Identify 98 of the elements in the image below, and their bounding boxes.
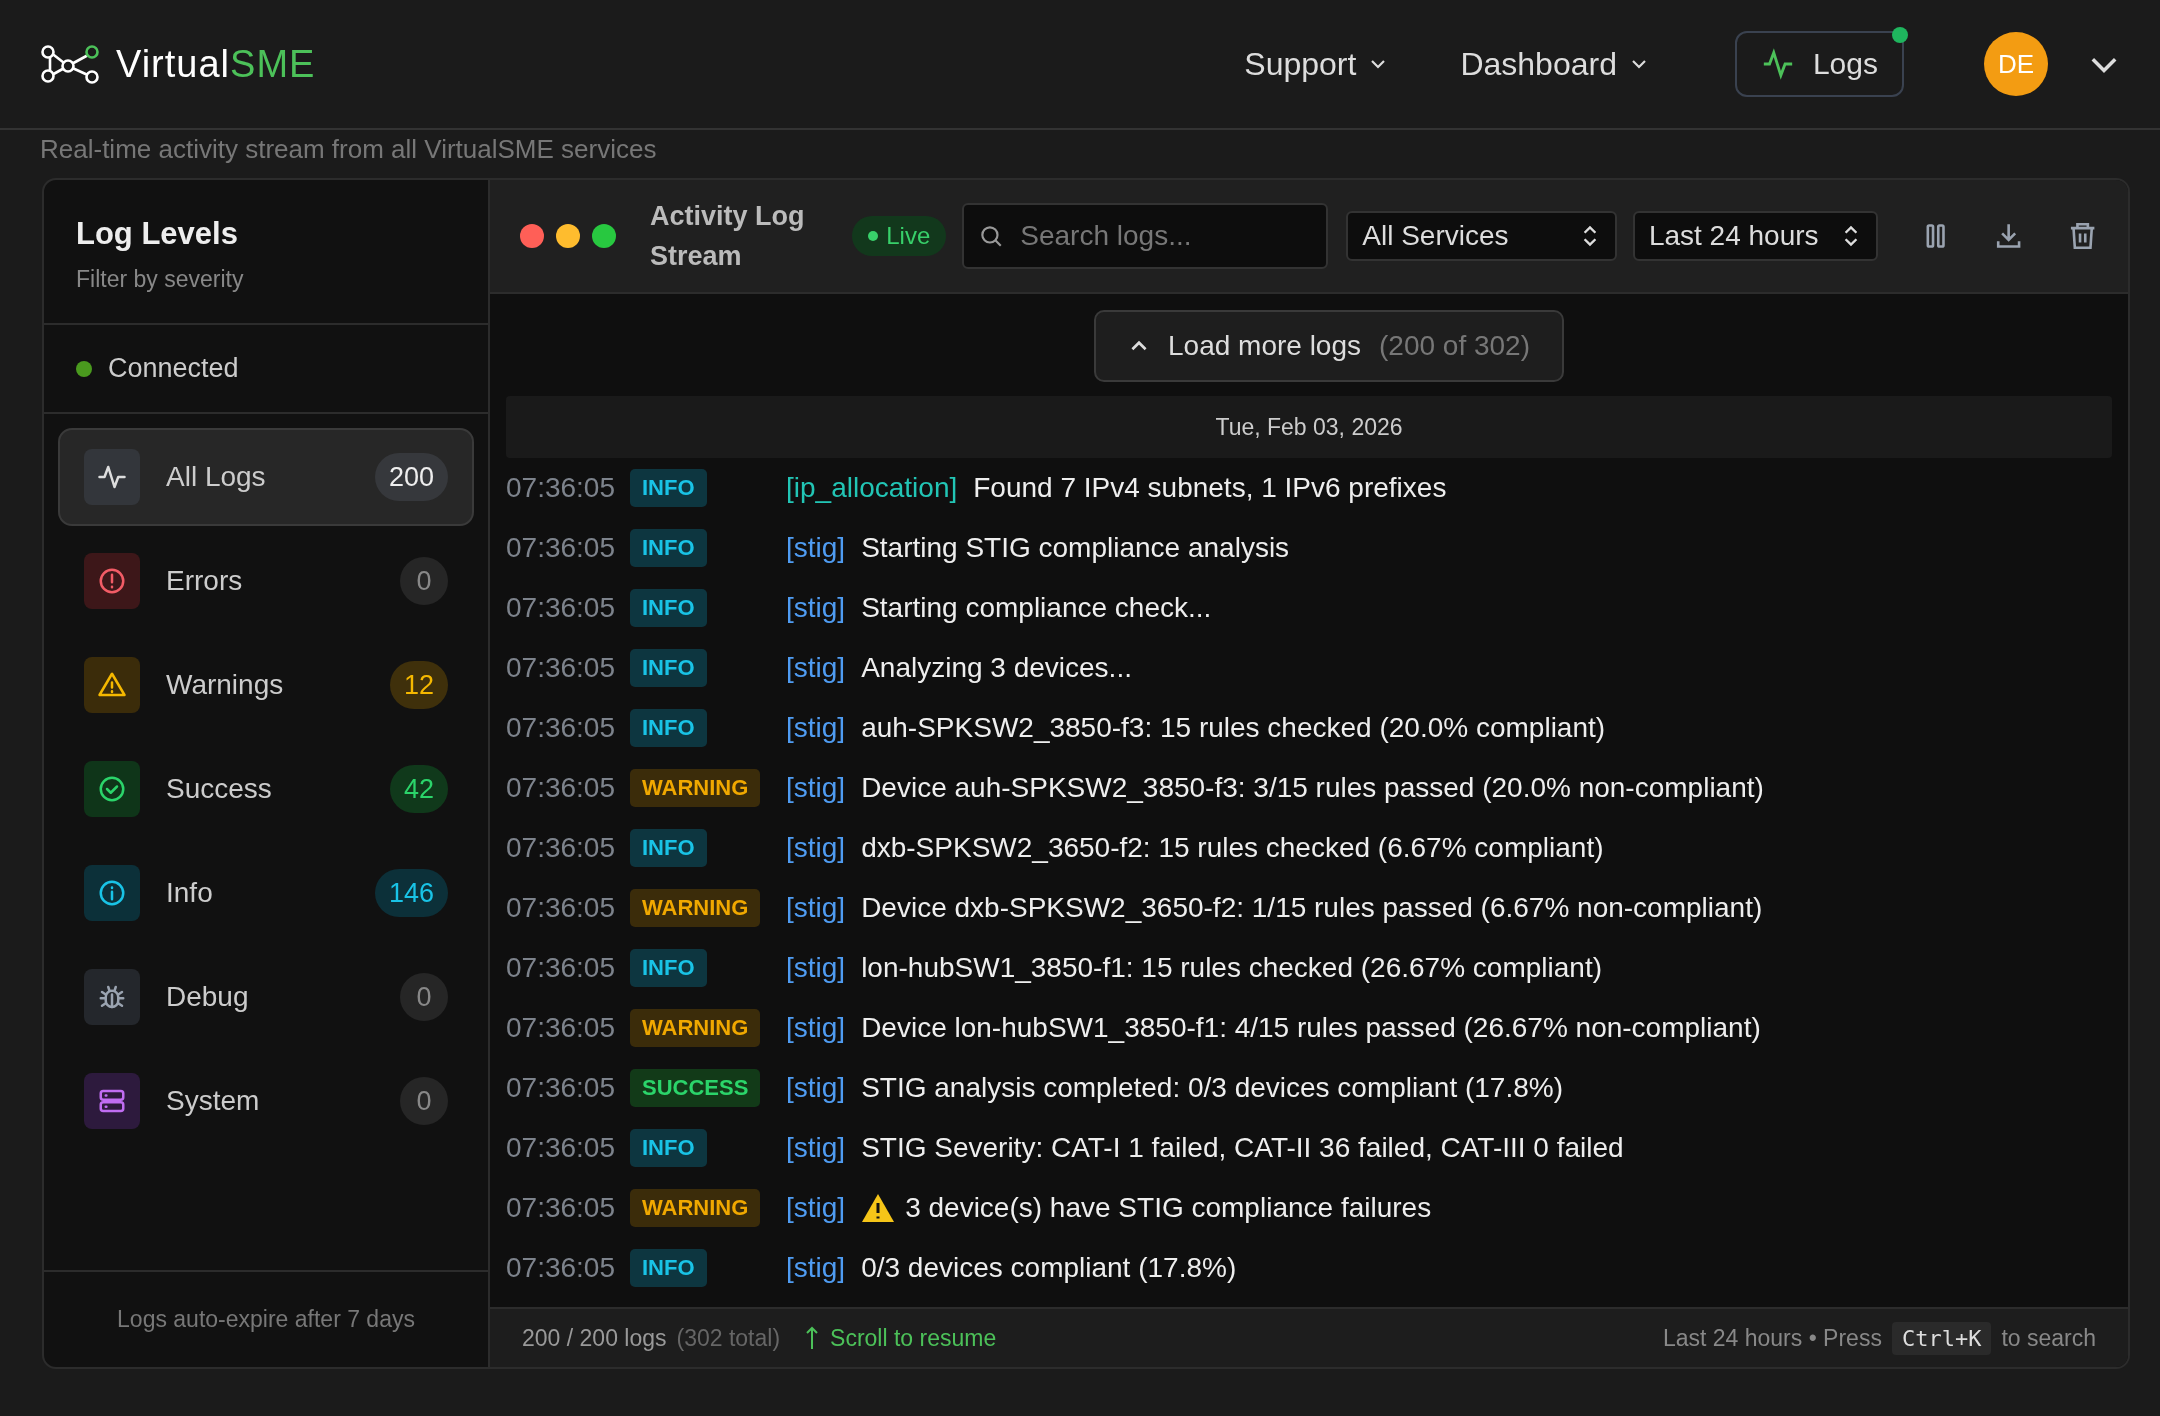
log-message: auh-SPKSW2_3850-f3: 15 rules checked (20.0% compliant) — [861, 712, 1606, 744]
level-filter-item[interactable]: Success 42 — [58, 740, 474, 838]
log-message: 3 device(s) have STIG compliance failures — [905, 1192, 1432, 1224]
log-source: [stig] — [786, 1072, 846, 1104]
log-message: Starting STIG compliance analysis — [861, 532, 1290, 564]
log-message: STIG analysis completed: 0/3 devices compliant (17.8%) — [861, 1072, 1563, 1104]
nav-menu-button[interactable]: Dashboard — [1444, 45, 1665, 83]
bug-icon — [84, 969, 140, 1025]
level-badge: WARNING — [630, 889, 761, 927]
window-dot — [556, 224, 580, 248]
service-select[interactable]: All Services — [1346, 211, 1617, 261]
count-badge: 200 — [374, 453, 448, 501]
level-badge: INFO — [630, 589, 707, 627]
log-time: 07:36:05 — [506, 652, 616, 684]
log-time: 07:36:05 — [506, 892, 616, 924]
level-badge: INFO — [630, 829, 707, 867]
time-range-select[interactable]: Last 24 hours — [1632, 211, 1879, 261]
level-filter-item[interactable]: System 0 — [58, 1052, 474, 1150]
nav-menu-button[interactable]: Support — [1228, 45, 1405, 83]
footer-hint: to search — [2001, 1324, 2096, 1352]
log-message: 0/3 devices compliant (17.8%) — [861, 1252, 1237, 1284]
status-dot — [76, 360, 92, 377]
log-message: Device auh-SPKSW2_3850-f3: 3/15 rules passed (20.0% non-compliant) — [861, 772, 1764, 804]
log-total: (302 total) — [676, 1324, 781, 1352]
level-badge: INFO — [630, 1249, 707, 1287]
connection-status: Connected — [108, 353, 239, 384]
activity-icon — [84, 449, 140, 505]
log-source: [stig] — [786, 592, 846, 624]
search-input[interactable]: Search logs... — [1018, 219, 1313, 253]
log-source: [stig] — [786, 712, 846, 744]
log-time: 07:36:05 — [506, 472, 616, 504]
log-time: 07:36:05 — [506, 1252, 616, 1284]
level-badge: INFO — [630, 469, 707, 507]
keyboard-shortcut: Ctrl+K — [1891, 1321, 1992, 1355]
live-badge: Live — [852, 216, 947, 256]
log-time: 07:36:05 — [506, 952, 616, 984]
page-subtitle: Real-time activity stream from all VirtualSME services — [39, 133, 658, 164]
log-message: Analyzing 3 devices... — [861, 652, 1132, 684]
log-message: Device lon-hubSW1_3850-f1: 4/15 rules passed (26.67% non-compliant) — [861, 1012, 1761, 1044]
log-source: [stig] — [786, 532, 846, 564]
network-logo-icon — [40, 44, 102, 84]
sidebar-title: Log Levels — [76, 216, 239, 252]
log-time: 07:36:05 — [506, 832, 616, 864]
panel-title: Activity Log Stream — [650, 199, 806, 273]
level-filter-item[interactable]: All Logs 200 — [58, 428, 474, 526]
log-message: STIG Severity: CAT-I 1 failed, CAT-II 36 failed, CAT-III 0 failed — [861, 1132, 1624, 1164]
log-time: 07:36:05 — [506, 532, 616, 564]
count-badge: 146 — [374, 869, 448, 917]
log-source: [ip_allocation] — [786, 472, 958, 504]
server-icon — [84, 1073, 140, 1129]
level-badge: WARNING — [630, 1009, 761, 1047]
log-source: [stig] — [786, 1252, 846, 1284]
log-time: 07:36:05 — [506, 1012, 616, 1044]
level-filter-item[interactable]: Warnings 12 — [58, 636, 474, 734]
log-source: [stig] — [786, 832, 846, 864]
count-badge: 0 — [400, 1077, 448, 1125]
log-time: 07:36:05 — [506, 1132, 616, 1164]
log-source: [stig] — [786, 652, 846, 684]
level-badge: INFO — [630, 949, 707, 987]
level-badge: INFO — [630, 1129, 707, 1167]
log-message: lon-hubSW1_3850-f1: 15 rules checked (26.67% compliant) — [861, 952, 1602, 984]
log-source: [stig] — [786, 772, 846, 804]
scroll-resume-link[interactable]: Scroll to resume — [830, 1324, 997, 1352]
brand-name: VirtualSME — [116, 42, 316, 86]
level-badge: SUCCESS — [630, 1069, 761, 1107]
level-filter-item[interactable]: Errors 0 — [58, 532, 474, 630]
log-message: Device dxb-SPKSW2_3650-f2: 1/15 rules passed (6.67% non-compliant) — [861, 892, 1763, 924]
log-time: 07:36:05 — [506, 1192, 616, 1224]
count-badge: 12 — [389, 661, 448, 709]
log-message: dxb-SPKSW2_3650-f2: 15 rules checked (6.67% compliant) — [861, 832, 1604, 864]
level-badge: INFO — [630, 709, 707, 747]
log-time: 07:36:05 — [506, 592, 616, 624]
log-message: Found 7 IPv4 subnets, 1 IPv6 prefixes — [973, 472, 1447, 504]
log-count: 200 / 200 logs — [522, 1324, 667, 1352]
count-badge: 42 — [389, 765, 448, 813]
log-source: [stig] — [786, 1132, 846, 1164]
log-time: 07:36:05 — [506, 1072, 616, 1104]
log-time: 07:36:05 — [506, 712, 616, 744]
count-badge: 0 — [400, 557, 448, 605]
log-time: 07:36:05 — [506, 772, 616, 804]
level-badge: WARNING — [630, 769, 761, 807]
level-badge: INFO — [630, 649, 707, 687]
log-source: [stig] — [786, 892, 846, 924]
level-filter-item[interactable]: Debug 0 — [58, 948, 474, 1046]
load-more-button[interactable]: Load more logs (200 of 302) — [1094, 310, 1564, 382]
sidebar-subtitle: Filter by severity — [76, 266, 245, 293]
log-source: [stig] — [786, 1012, 846, 1044]
count-badge: 0 — [400, 973, 448, 1021]
footer-hint: Last 24 hours • Press — [1662, 1324, 1882, 1352]
log-message: Starting compliance check... — [861, 592, 1212, 624]
window-dot — [520, 224, 544, 248]
log-source: [stig] — [786, 952, 846, 984]
search-field[interactable]: Search logs... — [962, 203, 1329, 269]
log-source: [stig] — [786, 1192, 846, 1224]
level-filter-item[interactable]: Info 146 — [58, 844, 474, 942]
window-dot — [592, 224, 616, 248]
level-badge: INFO — [630, 529, 707, 567]
level-badge: WARNING — [630, 1189, 761, 1227]
